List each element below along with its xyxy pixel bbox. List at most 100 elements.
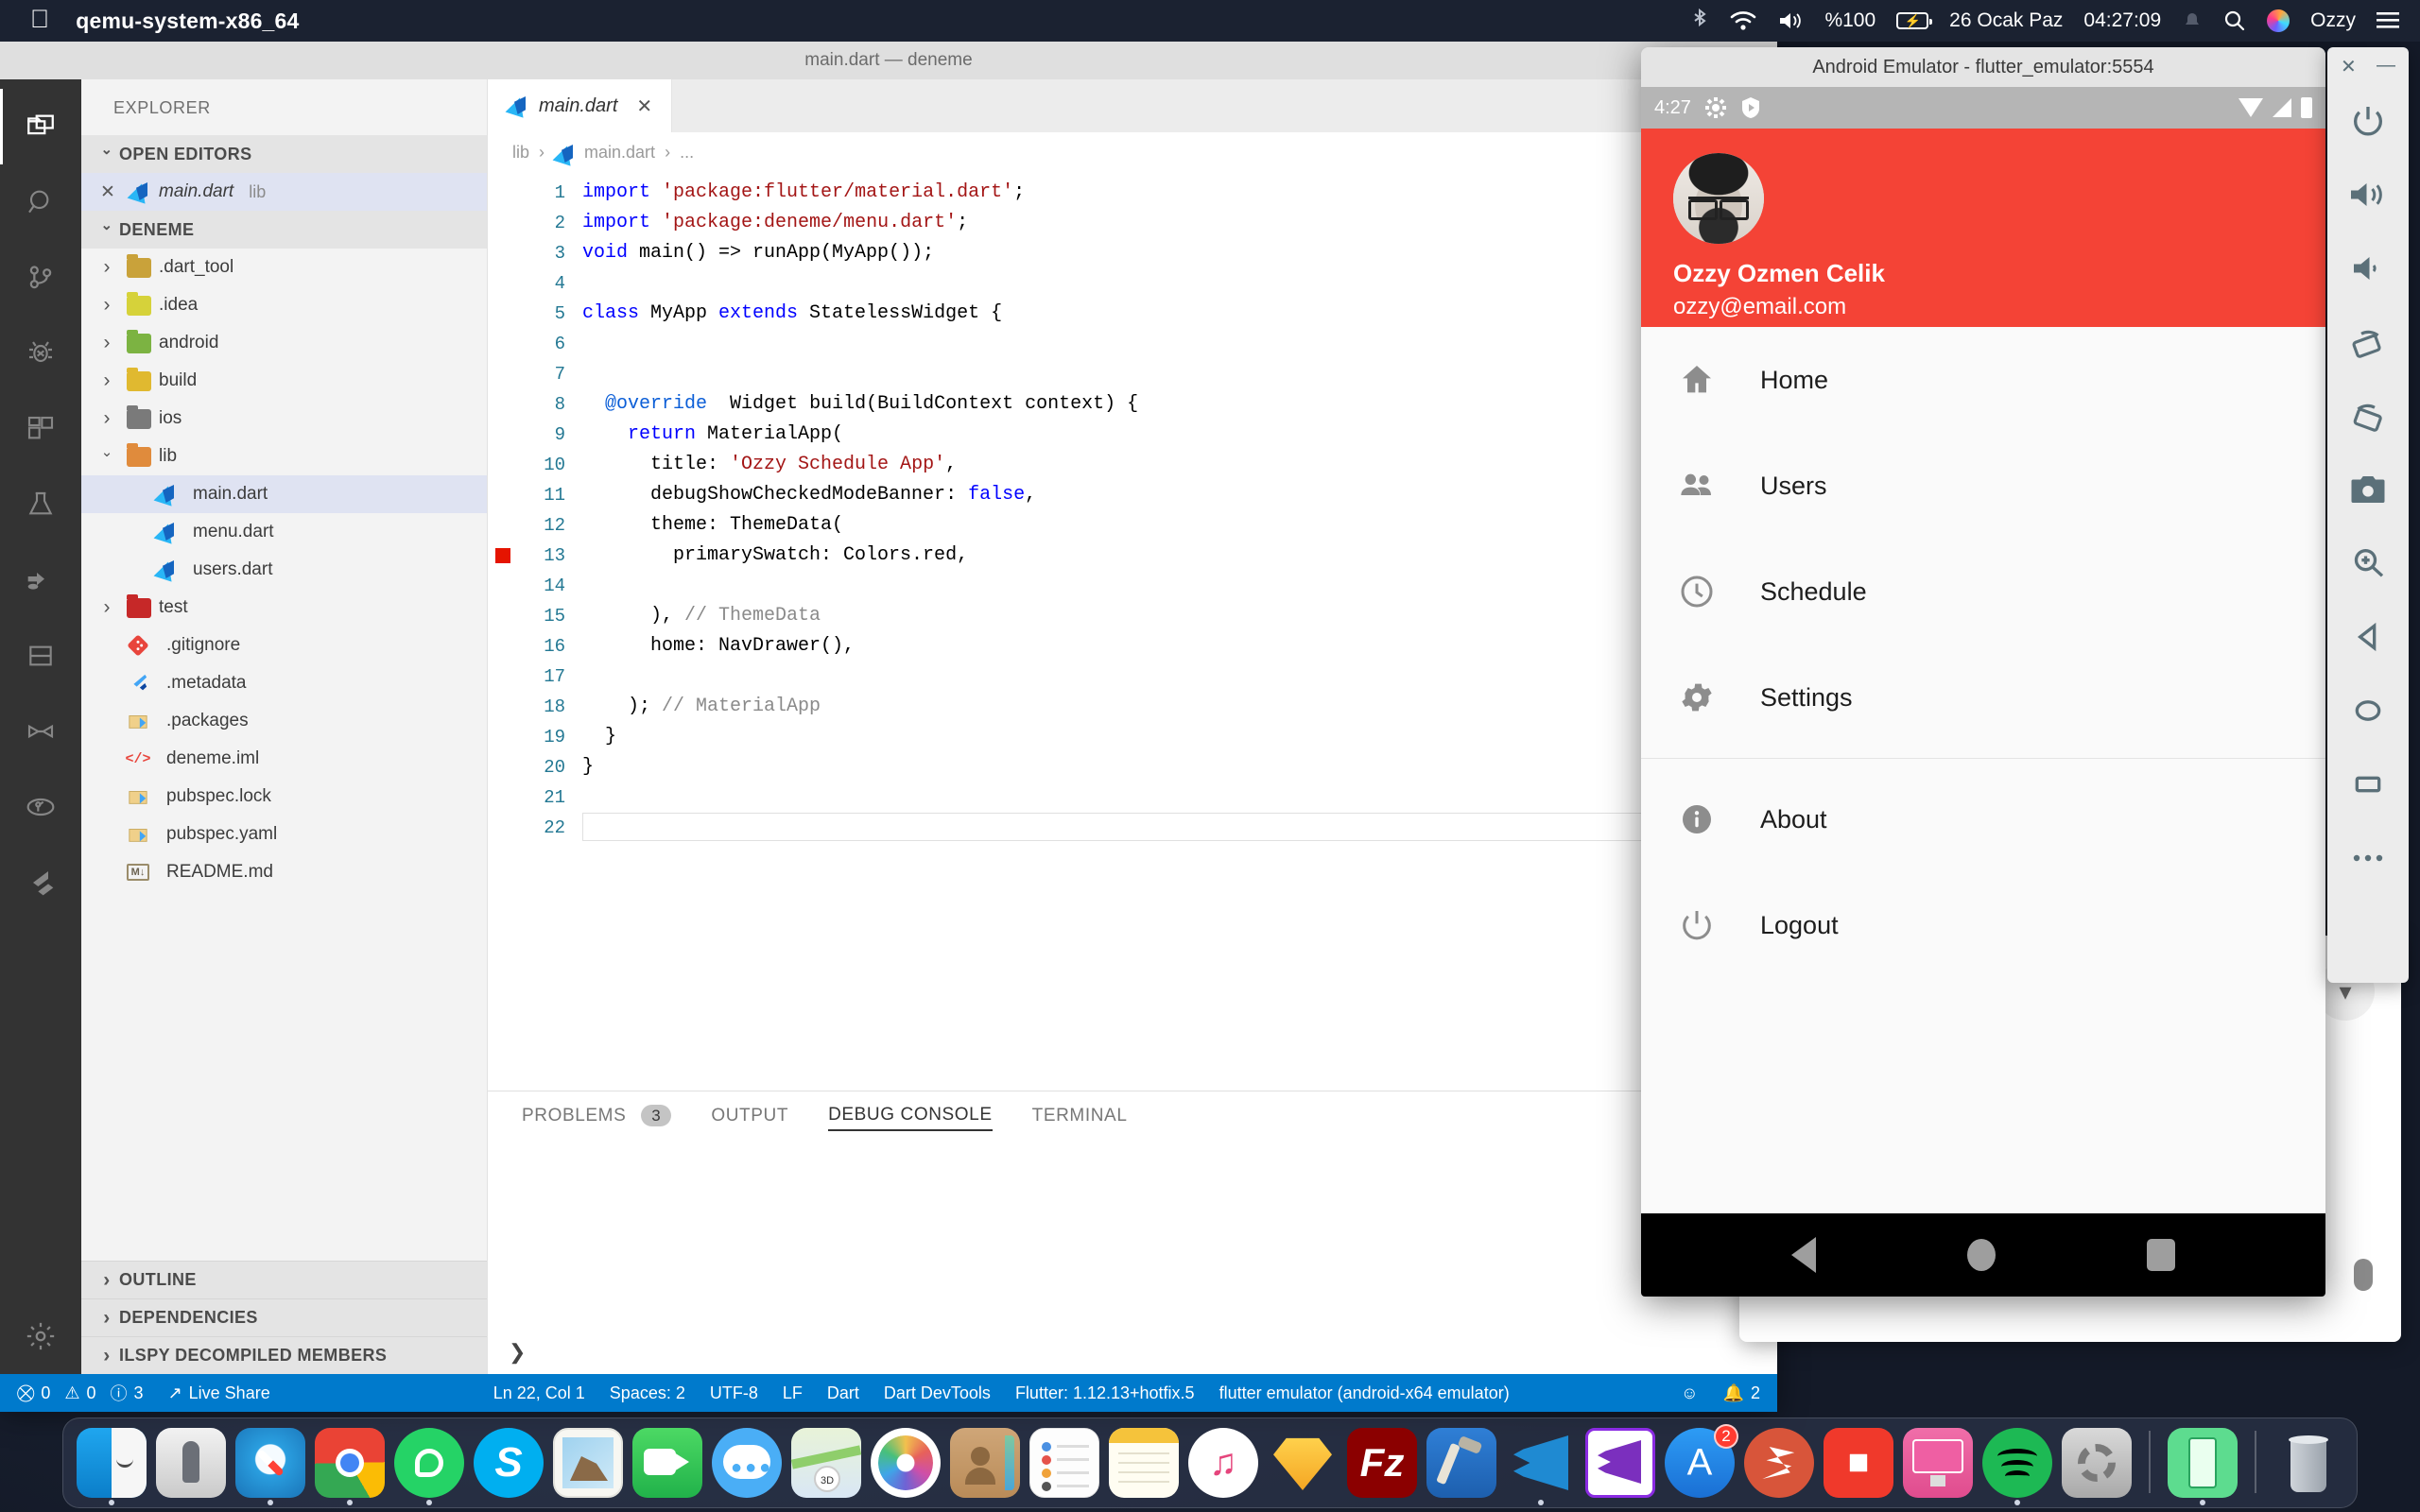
tree-item-packages[interactable]: .packages — [81, 702, 487, 740]
chevron-down-icon[interactable] — [95, 448, 119, 465]
tree-item-dart-tool[interactable]: .dart_tool — [81, 249, 487, 286]
debug-console-prompt[interactable]: ❯ — [509, 1340, 526, 1365]
siri-icon[interactable] — [2267, 9, 2290, 32]
wifi-icon[interactable] — [1730, 10, 1756, 31]
code-line[interactable] — [582, 571, 1777, 601]
chevron-right-icon[interactable] — [95, 369, 119, 392]
line-number[interactable]: 14 — [488, 571, 582, 601]
line-number[interactable]: 9 — [488, 420, 582, 450]
tree-item-readme[interactable]: M↓ README.md — [81, 853, 487, 891]
dock-item-trash[interactable] — [2273, 1428, 2343, 1498]
status-cursor-position[interactable]: Ln 22, Col 1 — [493, 1383, 585, 1403]
tab-main-dart[interactable]: main.dart ✕ — [488, 79, 673, 132]
line-number[interactable]: 12 — [488, 510, 582, 541]
tab-output[interactable]: OUTPUT — [711, 1106, 788, 1130]
dock-item-visual-studio[interactable] — [1585, 1428, 1655, 1498]
power-icon[interactable] — [2327, 84, 2409, 158]
dock-item-maps[interactable]: 3D — [790, 1428, 862, 1498]
tree-item-pubspec-lock[interactable]: pubspec.lock — [81, 778, 487, 816]
tree-item-test[interactable]: test — [81, 589, 487, 627]
code-line[interactable] — [582, 662, 1777, 692]
breadcrumb-lib[interactable]: lib — [512, 143, 529, 163]
chevron-right-icon[interactable] — [95, 407, 119, 430]
tree-item-build[interactable]: build — [81, 362, 487, 400]
code-line[interactable]: @override Widget build(BuildContext cont… — [582, 389, 1777, 420]
code-content[interactable]: import 'package:flutter/material.dart'; i… — [582, 172, 1777, 1091]
spotlight-search-icon[interactable] — [2223, 9, 2246, 32]
tree-item-lib[interactable]: lib — [81, 438, 487, 475]
code-line[interactable]: theme: ThemeData( — [582, 510, 1777, 541]
line-number[interactable]: 15 — [488, 601, 582, 631]
panel-content[interactable]: ❯ — [488, 1144, 1777, 1374]
activity-item-search[interactable] — [0, 164, 81, 240]
dock-item-beyond-compare[interactable] — [1824, 1428, 1893, 1498]
drawer-item-settings[interactable]: Settings — [1641, 644, 2325, 750]
chevron-right-icon[interactable] — [95, 332, 119, 354]
activity-item-flutter[interactable] — [0, 845, 81, 920]
recents-icon[interactable] — [2147, 1239, 2175, 1271]
close-icon[interactable]: ✕ — [96, 181, 119, 203]
dock-item-whatsapp[interactable] — [394, 1428, 464, 1505]
line-number[interactable]: 21 — [488, 782, 582, 813]
dock-item-skype[interactable]: S — [474, 1428, 544, 1498]
breadcrumb-file[interactable]: main.dart — [584, 143, 655, 163]
control-center-icon[interactable] — [2377, 11, 2399, 30]
line-number[interactable]: 2 — [488, 208, 582, 238]
back-icon[interactable] — [2327, 600, 2409, 674]
dock-item-chrome[interactable] — [315, 1428, 385, 1505]
dock-item-photos[interactable] — [871, 1428, 941, 1498]
dock-item-messages[interactable]: ●●● — [712, 1428, 782, 1498]
code-line[interactable] — [582, 268, 1777, 299]
line-number[interactable]: 7 — [488, 359, 582, 389]
overview-icon[interactable] — [2327, 747, 2409, 821]
status-flutter-version[interactable]: Flutter: 1.12.13+hotfix.5 — [1015, 1383, 1195, 1403]
apple-logo-icon[interactable]:  — [30, 6, 49, 32]
chevron-right-icon[interactable] — [95, 294, 119, 317]
tree-item-users-dart[interactable]: users.dart — [81, 551, 487, 589]
line-number[interactable]: 3 — [488, 238, 582, 268]
drawer-item-schedule[interactable]: Schedule — [1641, 539, 2325, 644]
close-icon[interactable]: ✕ — [636, 94, 652, 118]
dock-item-safari[interactable] — [235, 1428, 305, 1505]
close-icon[interactable]: ✕ — [2341, 55, 2357, 78]
dock-item-filezilla[interactable]: Fz — [1347, 1428, 1417, 1498]
tree-item-gitignore[interactable]: .gitignore — [81, 627, 487, 664]
code-line[interactable] — [582, 359, 1777, 389]
status-notifications[interactable]: 🔔 2 — [1723, 1383, 1760, 1403]
tree-item-idea[interactable]: .idea — [81, 286, 487, 324]
code-line[interactable]: ), // ThemeData — [582, 601, 1777, 631]
activity-item-live-share[interactable] — [0, 542, 81, 618]
volume-icon[interactable] — [1777, 10, 1804, 31]
dock-item-launchpad[interactable] — [156, 1428, 226, 1498]
code-line[interactable] — [582, 782, 1777, 813]
status-devtools[interactable]: Dart DevTools — [884, 1383, 991, 1403]
bell-icon[interactable] — [2182, 10, 2203, 31]
status-eol[interactable]: LF — [783, 1383, 803, 1403]
activity-item-bookmarks[interactable] — [0, 694, 81, 769]
code-line[interactable]: primarySwatch: Colors.red, — [582, 541, 1777, 571]
rotate-left-icon[interactable] — [2327, 305, 2409, 379]
microphone-icon[interactable] — [2354, 1259, 2373, 1291]
volume-down-icon[interactable] — [2327, 232, 2409, 305]
line-number[interactable]: 22 — [488, 813, 582, 843]
section-ilspy[interactable]: ILSPY DECOMPILED MEMBERS — [81, 1336, 487, 1374]
dock-item-itunes[interactable]: ♫ — [1188, 1428, 1258, 1498]
code-line[interactable]: import 'package:flutter/material.dart'; — [582, 178, 1777, 208]
dock-item-xcode[interactable] — [1426, 1428, 1496, 1498]
status-live-share[interactable]: ↗ Live Share — [168, 1383, 270, 1403]
tree-item-menu-dart[interactable]: menu.dart — [81, 513, 487, 551]
activity-item-testing[interactable] — [0, 467, 81, 542]
screenshot-icon[interactable] — [2327, 453, 2409, 526]
code-line[interactable]: ); // MaterialApp — [582, 692, 1777, 722]
bluetooth-icon[interactable] — [1690, 9, 1709, 33]
rotate-right-icon[interactable] — [2327, 379, 2409, 453]
dock-item-sublime[interactable] — [1744, 1428, 1814, 1498]
home-icon[interactable] — [2327, 674, 2409, 747]
tree-item-android[interactable]: android — [81, 324, 487, 362]
activity-item-source-control[interactable] — [0, 240, 81, 316]
code-line[interactable]: debugShowCheckedModeBanner: false, — [582, 480, 1777, 510]
chevron-right-icon[interactable] — [95, 596, 119, 619]
code-line[interactable]: } — [582, 722, 1777, 752]
dock-item-spotify[interactable] — [1982, 1428, 2052, 1505]
tree-item-ios[interactable]: ios — [81, 400, 487, 438]
